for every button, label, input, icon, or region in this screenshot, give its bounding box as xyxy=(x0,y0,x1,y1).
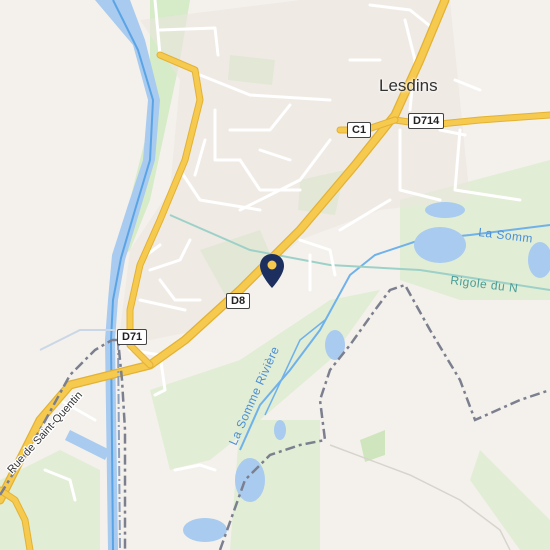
water-label-somme-riviere: La Somme Rivière xyxy=(226,344,282,447)
road-shield-c1: C1 xyxy=(347,122,372,138)
road-shield-d8: D8 xyxy=(226,293,251,309)
map-canvas[interactable]: La Somme Rivière La Somm Rigole du N Rue… xyxy=(0,0,550,550)
place-label-lesdins: Lesdins xyxy=(379,76,438,95)
road-shield-d71: D71 xyxy=(117,329,148,345)
street-label-saint-quentin: Rue de Saint-Quentin xyxy=(5,389,85,476)
water-label-somme-east: La Somm xyxy=(478,225,534,246)
water-label-rigole: Rigole du N xyxy=(450,273,519,295)
location-marker-icon[interactable] xyxy=(260,254,284,293)
road-shield-d714: D714 xyxy=(408,113,445,129)
